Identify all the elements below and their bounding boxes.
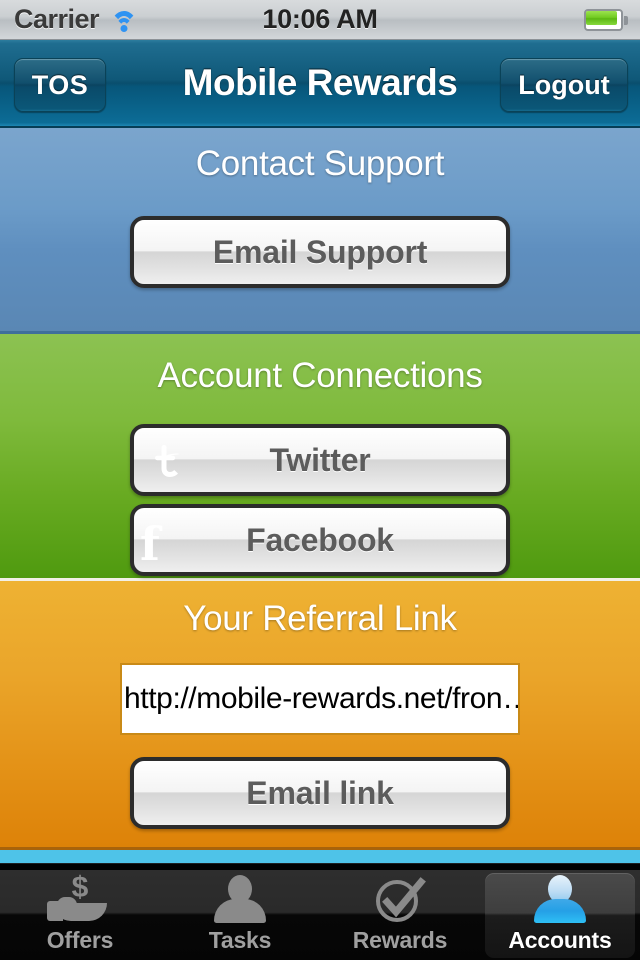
account-connections-section: Account Connections Twitter f [0, 334, 640, 581]
email-support-button[interactable]: Email Support [130, 216, 510, 288]
account-connections-heading: Account Connections [157, 356, 483, 395]
twitter-connect-button[interactable]: Twitter [130, 424, 510, 496]
referral-link-input[interactable]: http://mobile-rewards.net/fron… [120, 663, 520, 735]
tab-rewards[interactable]: Rewards [320, 870, 480, 960]
tos-button[interactable]: TOS [14, 58, 106, 112]
twitter-icon [140, 433, 196, 489]
tab-bar: $ Offers Tasks Rewards Accounts [0, 869, 640, 960]
facebook-icon: f [140, 513, 196, 569]
tab-offers-label: Offers [46, 927, 114, 953]
check-circle-icon [365, 875, 435, 925]
person-icon [525, 875, 595, 925]
accent-strip [0, 850, 640, 864]
page-title: Mobile Rewards [182, 62, 458, 103]
email-support-label: Email Support [212, 233, 428, 270]
facebook-label: Facebook [246, 521, 394, 558]
tab-tasks-label: Tasks [208, 927, 272, 953]
person-icon [205, 875, 275, 925]
battery-full-icon [584, 8, 628, 31]
email-link-label: Email link [246, 774, 394, 811]
navigation-bar: TOS Mobile Rewards Logout [0, 40, 640, 128]
referral-link-heading: Your Referral Link [183, 599, 457, 638]
twitter-label: Twitter [269, 441, 371, 478]
tab-tasks[interactable]: Tasks [160, 870, 320, 960]
contact-support-heading: Contact Support [195, 144, 445, 183]
email-link-button[interactable]: Email link [130, 757, 510, 829]
app-screen: Carrier 10:06 AM TOS Mobile Rewards Logo… [0, 0, 640, 960]
logout-button[interactable]: Logout [500, 58, 628, 112]
tab-offers[interactable]: $ Offers [0, 870, 160, 960]
referral-link-section: Your Referral Link http://mobile-rewards… [0, 581, 640, 850]
facebook-connect-button[interactable]: f Facebook [130, 504, 510, 576]
tab-accounts-label: Accounts [508, 927, 612, 953]
hand-dollar-icon: $ [45, 873, 115, 925]
referral-link-value: http://mobile-rewards.net/fron… [124, 682, 520, 715]
status-bar: Carrier 10:06 AM [0, 0, 640, 40]
contact-support-section: Contact Support Email Support [0, 128, 640, 334]
tab-rewards-label: Rewards [352, 927, 448, 953]
clock-label: 10:06 AM [262, 4, 378, 34]
tab-accounts[interactable]: Accounts [480, 870, 640, 960]
